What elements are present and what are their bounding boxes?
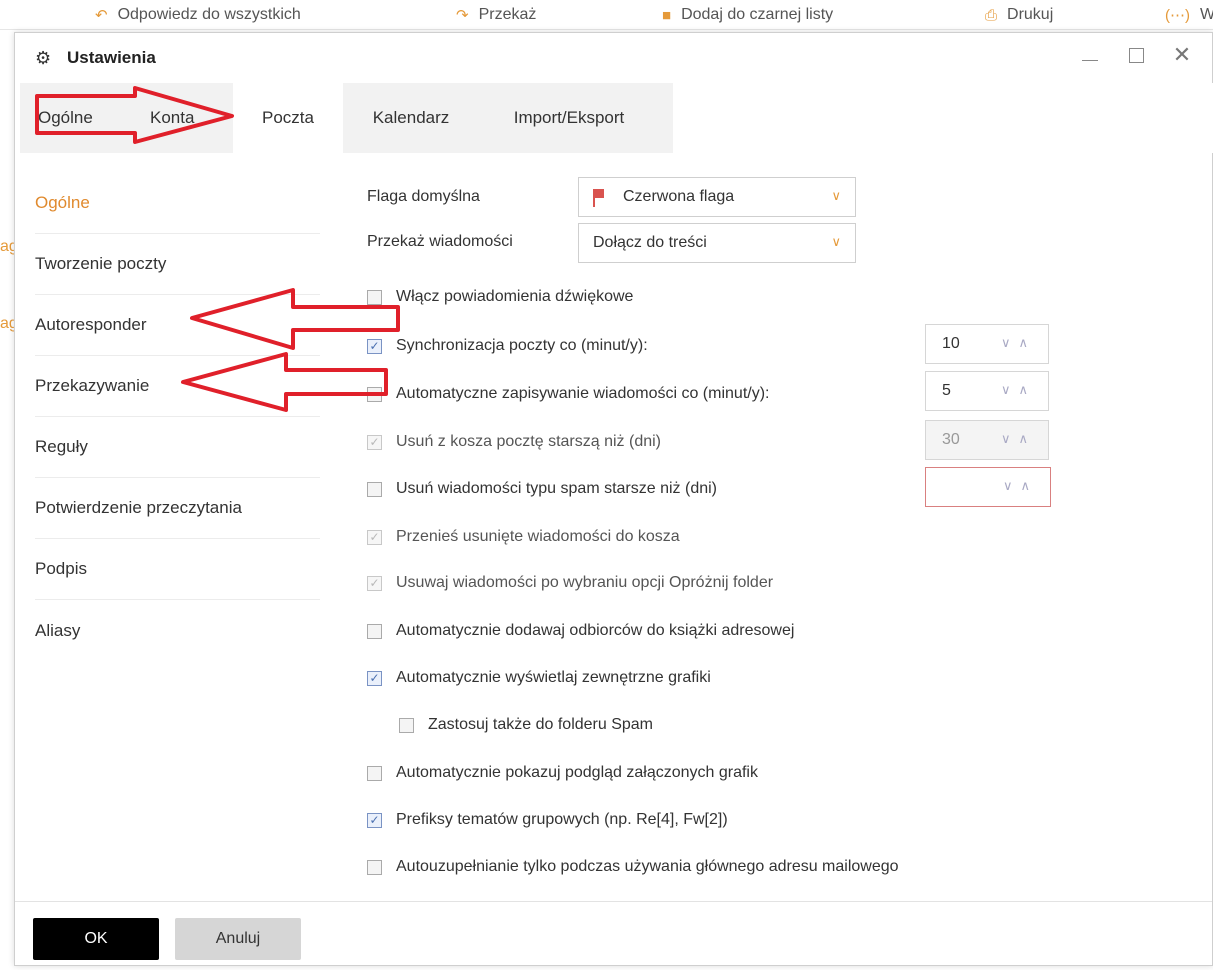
checkbox[interactable] bbox=[399, 717, 414, 733]
sidenav-item-rules[interactable]: Reguły bbox=[35, 417, 320, 478]
sidenav-item-forwarding[interactable]: Przekazywanie bbox=[35, 356, 320, 417]
reply-all-icon: ↶ bbox=[95, 7, 108, 24]
checkbox[interactable] bbox=[367, 386, 382, 402]
checkbox[interactable]: ✓ bbox=[367, 812, 382, 828]
option-sound-notifications[interactable]: Włącz powiadomienia dźwiękowe bbox=[367, 288, 633, 306]
option-subject-prefixes[interactable]: ✓ Prefiksy tematów grupowych (np. Re[4],… bbox=[367, 811, 728, 829]
option-preview-attachments[interactable]: Automatycznie pokazuj podgląd załączonyc… bbox=[367, 764, 758, 782]
print-button[interactable]: ⎙ Drukuj bbox=[985, 6, 1053, 24]
option-mail-sync[interactable]: ✓ Synchronizacja poczty co (minut/y): bbox=[367, 337, 648, 355]
sidenav-item-aliases[interactable]: Aliasy bbox=[35, 600, 320, 661]
option-auto-add-contacts[interactable]: Automatycznie dodawaj odbiorców do książ… bbox=[367, 622, 794, 640]
tab-calendar[interactable]: Kalendarz bbox=[343, 83, 479, 153]
stepper-arrows-icon[interactable]: ∨∧ bbox=[1001, 335, 1036, 351]
close-button[interactable]: ✕ bbox=[1170, 42, 1194, 67]
tab-accounts[interactable]: Konta bbox=[150, 83, 230, 153]
option-delete-spam[interactable]: Usuń wiadomości typu spam starsze niż (d… bbox=[367, 480, 717, 498]
more-button[interactable]: (⋯) W bbox=[1165, 6, 1213, 24]
minimize-button[interactable] bbox=[1078, 43, 1102, 67]
dialog-footer: OK Anuluj bbox=[15, 901, 1212, 965]
autosave-interval-stepper[interactable]: 5 ∨∧ bbox=[925, 371, 1049, 411]
maximize-button[interactable] bbox=[1124, 43, 1148, 67]
forward-message-select[interactable]: Dołącz do treści ∨ bbox=[578, 223, 856, 263]
option-autocomplete-main-address[interactable]: Autouzupełnianie tylko podczas używania … bbox=[367, 858, 899, 876]
tab-mail[interactable]: Poczta bbox=[233, 83, 343, 153]
tab-import-export[interactable]: Import/Eksport bbox=[479, 83, 659, 153]
more-icon: (⋯) bbox=[1165, 7, 1190, 24]
chevron-down-icon: ∨ bbox=[831, 234, 841, 249]
option-show-external-images[interactable]: ✓ Automatycznie wyświetlaj zewnętrzne gr… bbox=[367, 669, 711, 687]
close-icon: ✕ bbox=[1172, 42, 1192, 67]
reply-all-button[interactable]: ↶ Odpowiedz do wszystkich bbox=[95, 6, 301, 24]
forward-icon: ↷ bbox=[456, 7, 469, 24]
stepper-arrows-icon[interactable]: ∨∧ bbox=[1001, 431, 1036, 447]
minimize-icon bbox=[1082, 47, 1098, 61]
stepper-arrows-icon[interactable]: ∨∧ bbox=[1003, 478, 1038, 494]
print-icon: ⎙ bbox=[985, 6, 998, 24]
checkbox[interactable] bbox=[367, 623, 382, 639]
background-fragment: ag bbox=[0, 238, 18, 255]
stepper-arrows-icon[interactable]: ∨∧ bbox=[1001, 382, 1036, 398]
gear-icon: ⚙ bbox=[35, 47, 52, 68]
cancel-button[interactable]: Anuluj bbox=[175, 918, 301, 960]
dialog-titlebar[interactable]: ⚙ Ustawienia ✕ bbox=[15, 33, 1212, 83]
forward-message-label: Przekaż wiadomości bbox=[367, 233, 513, 250]
sidenav-item-read-receipt[interactable]: Potwierdzenie przeczytania bbox=[35, 478, 320, 539]
tab-general[interactable]: Ogólne bbox=[38, 83, 128, 153]
spam-days-stepper[interactable]: ∨∧ bbox=[925, 467, 1051, 507]
checkbox[interactable] bbox=[367, 859, 382, 875]
option-autosave[interactable]: Automatyczne zapisywanie wiadomości co (… bbox=[367, 385, 769, 403]
checkbox[interactable]: ✓ bbox=[367, 575, 382, 591]
option-empty-trash[interactable]: ✓ Usuń z kosza pocztę starszą niż (dni) bbox=[367, 433, 661, 451]
sidenav-item-signature[interactable]: Podpis bbox=[35, 539, 320, 600]
sidenav-item-general[interactable]: Ogólne bbox=[35, 173, 320, 234]
checkbox[interactable] bbox=[367, 765, 382, 781]
maximize-icon bbox=[1128, 47, 1144, 63]
checkbox[interactable] bbox=[367, 481, 382, 497]
option-apply-to-spam[interactable]: Zastosuj także do folderu Spam bbox=[399, 716, 653, 734]
blacklist-button[interactable]: ■ Dodaj do czarnej listy bbox=[662, 6, 833, 24]
checkbox[interactable]: ✓ bbox=[367, 338, 382, 354]
checkbox[interactable]: ✓ bbox=[367, 670, 382, 686]
default-flag-select[interactable]: Czerwona flaga ∨ bbox=[578, 177, 856, 217]
checkbox[interactable]: ✓ bbox=[367, 434, 382, 450]
forward-button[interactable]: ↷ Przekaż bbox=[456, 6, 536, 24]
tab-bar-empty bbox=[673, 83, 1213, 153]
option-empty-folder[interactable]: ✓ Usuwaj wiadomości po wybraniu opcji Op… bbox=[367, 574, 773, 592]
option-move-to-trash[interactable]: ✓ Przenieś usunięte wiadomości do kosza bbox=[367, 528, 680, 546]
background-fragment: ag bbox=[0, 315, 18, 332]
sync-interval-stepper[interactable]: 10 ∨∧ bbox=[925, 324, 1049, 364]
checkbox[interactable] bbox=[367, 289, 382, 305]
settings-dialog: ⚙ Ustawienia ✕ Ogólne Konta Poczta Kalen… bbox=[14, 32, 1213, 966]
checkbox[interactable]: ✓ bbox=[367, 529, 382, 545]
ok-button[interactable]: OK bbox=[33, 918, 159, 960]
settings-sidenav: Ogólne Tworzenie poczty Autoresponder Pr… bbox=[35, 173, 320, 661]
blacklist-icon: ■ bbox=[662, 6, 672, 24]
background-toolbar: ↶ Odpowiedz do wszystkich ↷ Przekaż ■ Do… bbox=[0, 0, 1213, 30]
tab-bar: Ogólne Konta Poczta Kalendarz Import/Eks… bbox=[20, 83, 1213, 153]
default-flag-label: Flaga domyślna bbox=[367, 188, 480, 205]
dialog-title: Ustawienia bbox=[67, 48, 156, 67]
sidenav-item-composing[interactable]: Tworzenie poczty bbox=[35, 234, 320, 295]
trash-days-stepper[interactable]: 30 ∨∧ bbox=[925, 420, 1049, 460]
red-flag-icon bbox=[593, 189, 607, 207]
sidenav-item-autoresponder[interactable]: Autoresponder bbox=[35, 295, 320, 356]
chevron-down-icon: ∨ bbox=[831, 188, 841, 203]
